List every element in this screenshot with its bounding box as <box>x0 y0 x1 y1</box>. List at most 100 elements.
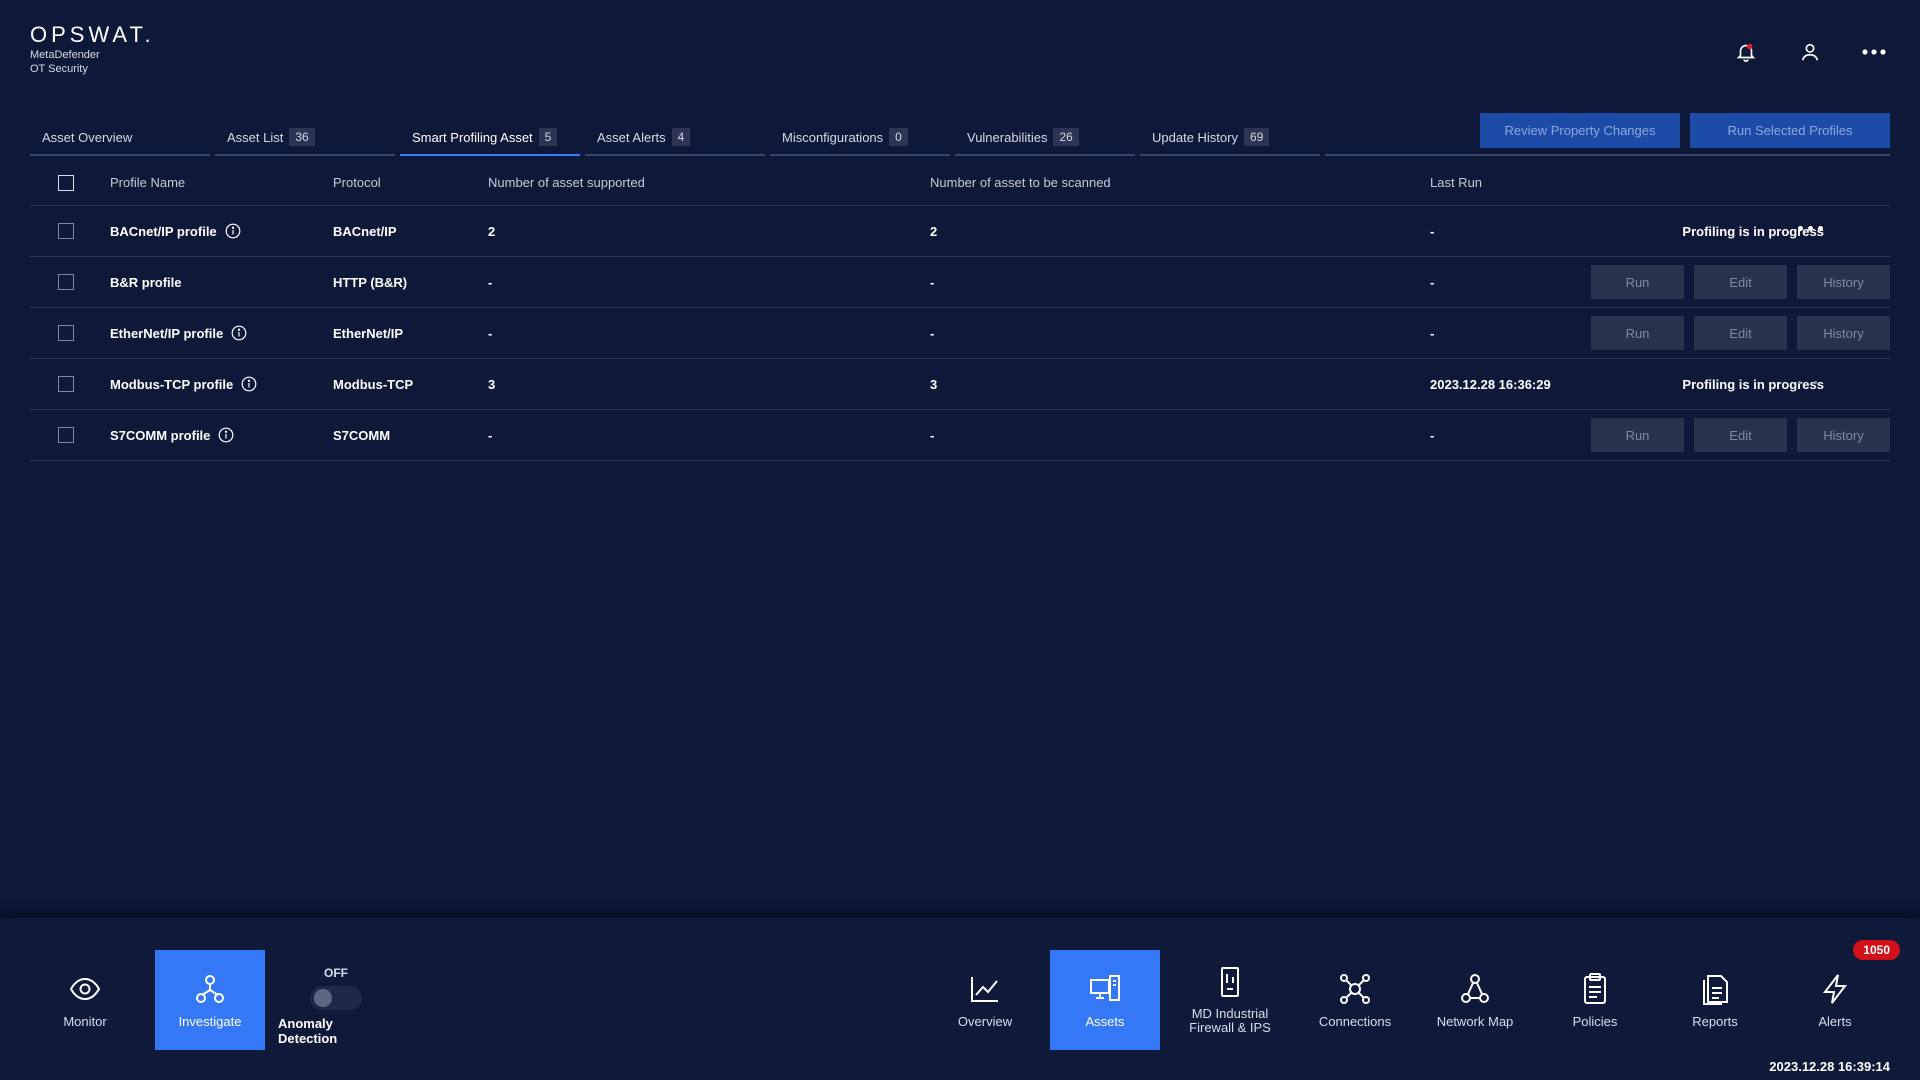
nav-label: Connections <box>1318 1013 1392 1029</box>
edit-button[interactable]: Edit <box>1694 418 1787 452</box>
nav-policies[interactable]: Policies <box>1540 950 1650 1050</box>
row-checkbox[interactable] <box>58 427 74 443</box>
info-icon[interactable] <box>225 223 241 239</box>
tab-asset-list[interactable]: Asset List 36 <box>215 120 395 156</box>
nav-assets[interactable]: Assets <box>1050 950 1160 1050</box>
assets-supported-cell: - <box>488 325 493 341</box>
tab-count-badge: 26 <box>1053 128 1079 146</box>
nav-reports[interactable]: Reports <box>1660 950 1770 1050</box>
history-button[interactable]: History <box>1797 265 1890 299</box>
header-assets-to-scan[interactable]: Number of asset to be scanned <box>930 175 1111 190</box>
last-run-cell: - <box>1430 427 1435 443</box>
run-selected-profiles-button[interactable]: Run Selected Profiles <box>1690 113 1890 148</box>
protocol-cell: Modbus-TCP <box>333 376 414 392</box>
row-checkbox[interactable] <box>58 376 74 392</box>
row-checkbox[interactable] <box>58 274 74 290</box>
tab-label: Vulnerabilities <box>967 129 1048 145</box>
profile-actions: Review Property Changes Run Selected Pro… <box>1480 113 1890 148</box>
tab-label: Asset Overview <box>42 129 133 145</box>
nav-label: Alerts <box>1818 1013 1852 1029</box>
run-button[interactable]: Run <box>1591 316 1684 350</box>
more-options-icon[interactable] <box>1858 36 1890 68</box>
line-chart-icon <box>971 976 998 1002</box>
tab-smart-profiling-asset[interactable]: Smart Profiling Asset 5 <box>400 120 580 156</box>
assets-supported-cell: 2 <box>488 223 496 239</box>
info-icon[interactable] <box>231 325 247 341</box>
table-row: Modbus-TCP profile Modbus-TCP 3 3 2023.1… <box>30 359 1890 410</box>
review-property-changes-button[interactable]: Review Property Changes <box>1480 113 1680 148</box>
header-last-run[interactable]: Last Run <box>1430 175 1482 190</box>
nav-connections[interactable]: Connections <box>1300 950 1410 1050</box>
tab-update-history[interactable]: Update History 69 <box>1140 120 1320 156</box>
nav-alerts[interactable]: Alerts <box>1780 950 1890 1050</box>
tab-label: Asset List <box>227 129 284 145</box>
assets-to-scan-cell: 3 <box>930 376 938 392</box>
profiling-status: Profiling is in progress <box>1682 377 1824 392</box>
tab-count-badge: 0 <box>889 128 908 146</box>
assets-to-scan-cell: - <box>930 325 935 341</box>
header-profile-name[interactable]: Profile Name <box>110 175 185 190</box>
assets-supported-cell: - <box>488 274 493 290</box>
select-all-checkbox[interactable] <box>58 174 74 191</box>
run-button[interactable]: Run <box>1591 265 1684 299</box>
info-icon[interactable] <box>241 376 257 392</box>
profile-name: EtherNet/IP profile <box>110 325 224 341</box>
tab-misconfigurations[interactable]: Misconfigurations 0 <box>770 120 950 156</box>
row-actions: Run Edit History <box>1591 418 1890 452</box>
anomaly-detection-toggle[interactable] <box>310 986 362 1010</box>
table-row: BACnet/IP profile BACnet/IP 2 2 - Profil… <box>30 206 1890 257</box>
devices-icon <box>1090 974 1120 1001</box>
history-button[interactable]: History <box>1797 316 1890 350</box>
tab-label: Asset Alerts <box>597 129 666 145</box>
brand-product-line1: MetaDefender <box>30 49 100 61</box>
nav-monitor[interactable]: Monitor <box>30 950 140 1050</box>
profile-name: B&R profile <box>110 274 182 290</box>
tab-underline-divider <box>1325 154 1890 156</box>
nav-md-industrial-firewall[interactable]: MD Industrial Firewall & IPS <box>1175 950 1285 1050</box>
row-checkbox[interactable] <box>58 325 74 341</box>
assets-supported-cell: 3 <box>488 376 496 392</box>
header-assets-supported[interactable]: Number of asset supported <box>488 175 645 190</box>
nav-label-line1: MD Industrial <box>1191 1006 1269 1021</box>
tab-asset-overview[interactable]: Asset Overview <box>30 120 210 156</box>
profile-name: S7COMM profile <box>110 427 211 443</box>
tab-vulnerabilities[interactable]: Vulnerabilities 26 <box>955 120 1135 156</box>
nav-label: Network Map <box>1436 1013 1514 1029</box>
protocol-cell: S7COMM <box>333 427 391 443</box>
nav-label: Monitor <box>63 1013 107 1029</box>
nav-overview[interactable]: Overview <box>930 950 1040 1050</box>
eye-icon <box>69 977 101 1000</box>
edit-button[interactable]: Edit <box>1694 265 1787 299</box>
header-protocol[interactable]: Protocol <box>333 175 381 190</box>
profile-name: BACnet/IP profile <box>110 223 217 239</box>
connections-icon <box>1340 973 1370 1004</box>
system-clock: 2023.12.28 16:39:14 <box>1769 1059 1890 1074</box>
run-button[interactable]: Run <box>1591 418 1684 452</box>
firewall-device-icon <box>1221 967 1239 997</box>
anomaly-detection-control: OFF Anomaly Detection <box>278 966 394 1046</box>
user-profile-icon[interactable] <box>1794 36 1826 68</box>
tab-asset-alerts[interactable]: Asset Alerts 4 <box>585 120 765 156</box>
reports-icon <box>1703 974 1728 1005</box>
clipboard-icon <box>1584 972 1606 1004</box>
tab-count-badge: 36 <box>289 128 315 146</box>
edit-button[interactable]: Edit <box>1694 316 1787 350</box>
protocol-cell: HTTP (B&R) <box>333 274 408 290</box>
nav-network-map[interactable]: Network Map <box>1420 950 1530 1050</box>
row-actions: Run Edit History <box>1591 265 1890 299</box>
notification-bell-icon[interactable] <box>1730 36 1762 68</box>
info-icon[interactable] <box>218 427 234 443</box>
protocol-cell: EtherNet/IP <box>333 325 404 341</box>
alerts-count-badge: 1050 <box>1853 940 1900 960</box>
nav-label: Policies <box>1572 1013 1618 1029</box>
tab-count-badge: 4 <box>671 128 691 146</box>
last-run-cell: - <box>1430 223 1435 239</box>
nav-investigate[interactable]: Investigate <box>155 950 265 1050</box>
table-row: B&R profile HTTP (B&R) - - - Run Edit Hi… <box>30 257 1890 308</box>
history-button[interactable]: History <box>1797 418 1890 452</box>
table-row: S7COMM profile S7COMM - - - Run Edit His… <box>30 410 1890 461</box>
tab-label: Update History <box>1152 129 1238 145</box>
assets-to-scan-cell: - <box>930 427 935 443</box>
assets-supported-cell: - <box>488 427 493 443</box>
row-checkbox[interactable] <box>58 223 74 239</box>
